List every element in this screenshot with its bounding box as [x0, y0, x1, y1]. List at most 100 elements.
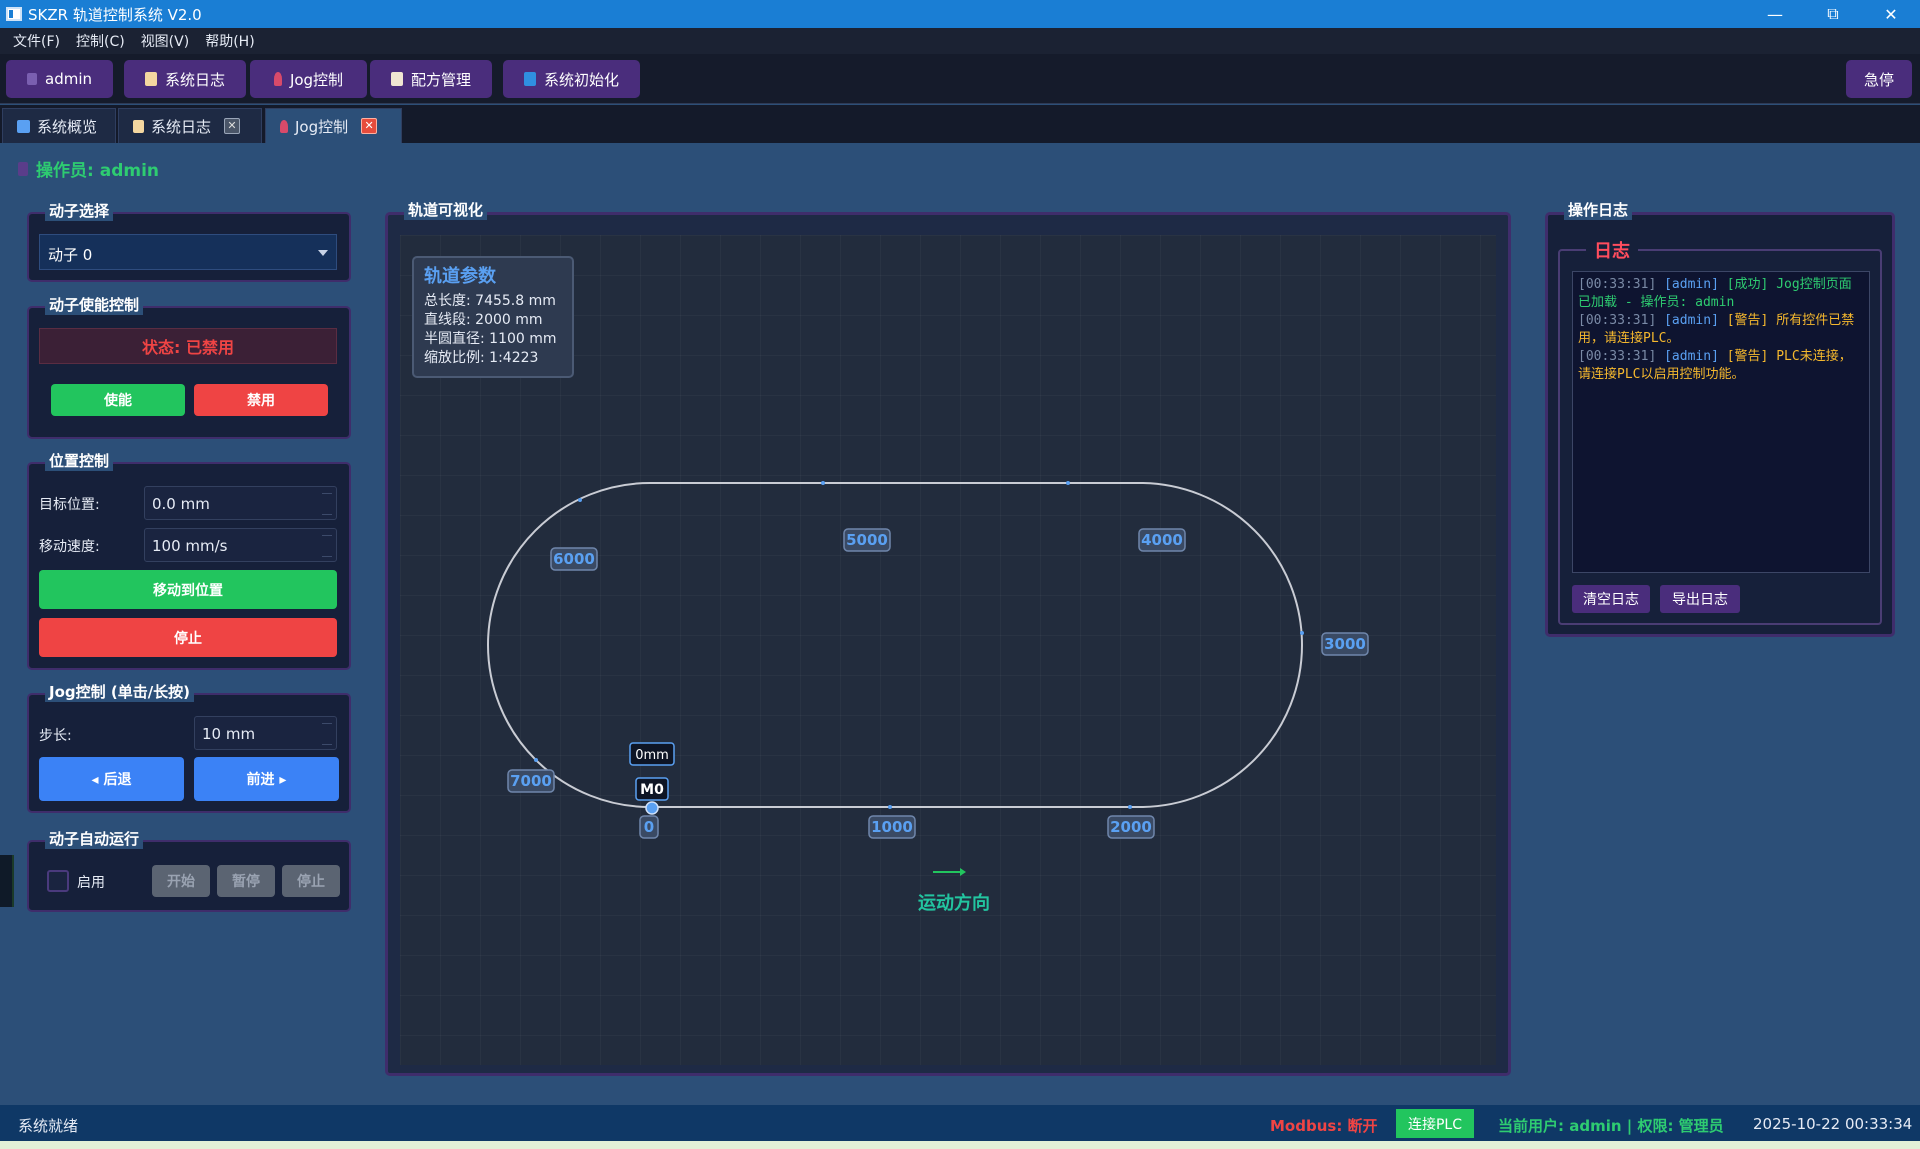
status-indicator: 状态: 已禁用 — [39, 328, 337, 364]
refresh-icon — [523, 72, 536, 86]
user-icon — [18, 161, 28, 176]
position-control-group: 位置控制 目标位置: 0.0 mm 移动速度: 100 mm/s 移动到位置 停… — [27, 450, 351, 670]
recipe-button[interactable]: 配方管理 — [370, 60, 492, 98]
track-label-1000: 1000 — [871, 818, 913, 836]
track-label-6000: 6000 — [553, 550, 595, 568]
move-to-position-button[interactable]: 移动到位置 — [39, 570, 337, 609]
stop-button[interactable]: 停止 — [39, 618, 337, 657]
track-label-0: 0 — [644, 818, 654, 836]
enable-button[interactable]: 使能 — [51, 384, 185, 416]
chart-icon — [17, 119, 30, 133]
group-title: 动子选择 — [45, 200, 114, 221]
datetime-text: 2025-10-22 00:33:34 — [1753, 1115, 1913, 1133]
target-position-input[interactable]: 0.0 mm — [144, 486, 337, 520]
menu-bar: 文件(F) 控制(C) 视图(V) 帮助(H) — [0, 28, 1920, 54]
log-group: 日志 [00:33:31] [admin] [成功] Jog控制页面已加载 - … — [1558, 237, 1882, 625]
track-visualization-panel: 轨道可视化 轨道参数 总长度: 7455.8 mm 直线段: 2000 mm 半… — [385, 199, 1511, 1076]
move-speed-input[interactable]: 100 mm/s — [144, 528, 337, 562]
group-title: 动子自动运行 — [45, 828, 144, 849]
track-canvas: 轨道参数 总长度: 7455.8 mm 直线段: 2000 mm 半圆直径: 1… — [400, 235, 1496, 1065]
user-button-label: admin — [45, 70, 92, 88]
user-icon — [27, 73, 37, 85]
jog-control-group: Jog控制 (单击/长按) 步长: 10 mm ◂ 后退 前进 ▸ — [27, 681, 351, 813]
mover-select-dropdown[interactable]: 动子 0 — [39, 234, 337, 270]
track-label-3000: 3000 — [1324, 635, 1366, 653]
emergency-stop-button[interactable]: 急停 — [1846, 60, 1912, 98]
track-label-2000: 2000 — [1110, 818, 1152, 836]
export-log-button[interactable]: 导出日志 — [1660, 585, 1740, 613]
operator-text: 操作员: admin — [36, 161, 160, 181]
clear-log-button[interactable]: 清空日志 — [1572, 585, 1650, 613]
log-icon — [144, 72, 157, 86]
direction-arrow-head — [960, 868, 966, 876]
jog-back-button[interactable]: ◂ 后退 — [39, 757, 184, 801]
toolbar: admin 系统日志 Jog控制 配方管理 系统初始化 急停 — [0, 54, 1920, 104]
mover-id-text: M0 — [640, 782, 664, 798]
mover-position-text: 0mm — [635, 748, 669, 763]
modbus-status: Modbus: 断开 — [1270, 1117, 1378, 1135]
track-label-7000: 7000 — [510, 772, 552, 790]
system-init-button[interactable]: 系统初始化 — [503, 60, 640, 98]
joystick-icon — [280, 119, 288, 133]
disable-button[interactable]: 禁用 — [194, 384, 328, 416]
connect-plc-button[interactable]: 连接PLC — [1396, 1109, 1474, 1138]
auto-start-button[interactable]: 开始 — [152, 865, 210, 897]
chevron-down-icon — [318, 250, 328, 256]
window-controls: — ⧉ ✕ — [1746, 0, 1920, 28]
menu-view[interactable]: 视图(V) — [134, 31, 199, 51]
joystick-icon — [273, 72, 282, 86]
close-button[interactable]: ✕ — [1862, 0, 1920, 28]
menu-control[interactable]: 控制(C) — [69, 31, 134, 51]
jog-forward-button[interactable]: 前进 ▸ — [194, 757, 339, 801]
menu-file[interactable]: 文件(F) — [6, 31, 69, 51]
tab-overview-label: 系统概览 — [37, 117, 98, 136]
log-icon — [133, 119, 144, 133]
operator-label: 操作员: admin — [18, 156, 159, 181]
log-text-area[interactable]: [00:33:31] [admin] [成功] Jog控制页面已加载 - 操作员… — [1572, 271, 1870, 573]
tab-jog-control-label: Jog控制 — [295, 117, 349, 136]
status-bar: 系统就绪 Modbus: 断开 连接PLC 当前用户: admin | 权限: … — [0, 1105, 1920, 1141]
track-tick — [821, 481, 825, 485]
direction-label: 运动方向 — [918, 892, 990, 914]
mover-select-value: 动子 0 — [48, 246, 93, 264]
tab-close-icon[interactable]: ✕ — [361, 118, 378, 134]
mover-marker[interactable] — [645, 801, 659, 815]
auto-pause-button[interactable]: 暂停 — [217, 865, 275, 897]
title-bar: SKZR 轨道控制系统 V2.0 — ⧉ ✕ — [0, 0, 1920, 28]
auto-enable-label: 启用 — [77, 875, 105, 891]
jog-control-button[interactable]: Jog控制 — [250, 60, 367, 98]
tab-jog-control[interactable]: Jog控制 ✕ — [265, 108, 402, 143]
auto-enable-checkbox[interactable] — [47, 870, 69, 892]
enable-control-group: 动子使能控制 状态: 已禁用 使能 禁用 — [27, 294, 351, 439]
tab-bar: 系统概览 系统日志 ✕ Jog控制 ✕ — [0, 105, 1920, 143]
target-position-label: 目标位置: — [39, 497, 100, 513]
auto-stop-button[interactable]: 停止 — [282, 865, 340, 897]
track-label-5000: 5000 — [846, 531, 888, 549]
tab-overview[interactable]: 系统概览 — [2, 108, 116, 143]
minimize-button[interactable]: — — [1746, 0, 1804, 28]
step-input[interactable]: 10 mm — [194, 716, 337, 750]
log-entry: [00:33:31] [admin] [警告] PLC未连接，请连接PLC以启用… — [1578, 349, 1852, 382]
window-title: SKZR 轨道控制系统 V2.0 — [28, 5, 202, 24]
log-entry: [00:33:31] [admin] [警告] 所有控件已禁用，请连接PLC。 — [1578, 313, 1855, 346]
user-button[interactable]: admin — [6, 60, 113, 98]
track-tick — [578, 498, 582, 502]
recipe-button-label: 配方管理 — [410, 70, 471, 89]
system-log-button-label: 系统日志 — [164, 70, 225, 89]
system-log-button[interactable]: 系统日志 — [124, 60, 246, 98]
tab-system-log-label: 系统日志 — [151, 117, 212, 136]
menu-help[interactable]: 帮助(H) — [198, 31, 263, 51]
system-init-button-label: 系统初始化 — [543, 70, 619, 89]
side-indicator — [0, 855, 14, 907]
move-speed-label: 移动速度: — [39, 539, 100, 555]
tab-system-log[interactable]: 系统日志 ✕ — [118, 108, 262, 143]
track-tick — [888, 805, 892, 809]
track-diagram: 0 1000 2000 3000 4000 5000 6000 7000 0mm… — [487, 481, 1369, 914]
track-label-4000: 4000 — [1141, 531, 1183, 549]
auto-run-group: 动子自动运行 启用 开始 暂停 停止 — [27, 828, 351, 912]
tab-close-icon[interactable]: ✕ — [224, 118, 241, 134]
group-title: Jog控制 (单击/长按) — [45, 681, 195, 702]
restore-button[interactable]: ⧉ — [1804, 0, 1862, 28]
track-tick — [1128, 805, 1132, 809]
current-user-status: 当前用户: admin | 权限: 管理员 — [1498, 1117, 1724, 1135]
